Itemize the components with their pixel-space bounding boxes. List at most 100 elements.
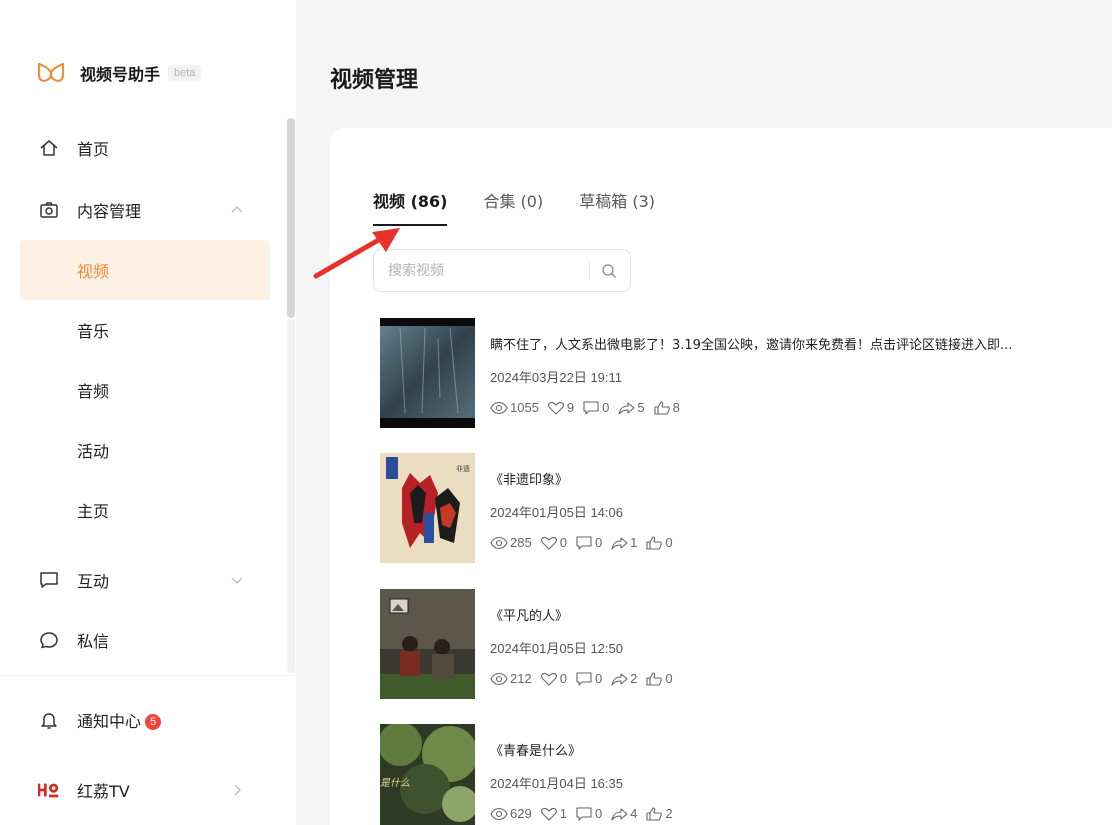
shares-stat: 2 (610, 671, 637, 686)
tab-videos[interactable]: 视频 (86) (373, 188, 448, 226)
video-date: 2024年01月04日 16:35 (490, 776, 623, 791)
shares-stat: 4 (610, 806, 637, 821)
video-thumbnail[interactable] (380, 589, 475, 699)
sidebar-item-label: 红荔TV (77, 782, 130, 801)
sidebar-subitem-label: 活动 (77, 442, 110, 461)
eye-icon (490, 401, 508, 414)
chevron-down-icon (231, 577, 243, 584)
thumbs-count: 0 (665, 671, 673, 686)
sidebar-item-interact[interactable]: 互动 (0, 550, 290, 610)
views-stat: 629 (490, 806, 532, 821)
heart-icon (540, 807, 557, 821)
brand-logo-icon (37, 62, 65, 82)
likes-count: 9 (566, 400, 575, 415)
likes-stat: 1 (540, 806, 567, 821)
thumbs-count: 8 (672, 400, 680, 415)
views-count: 1055 (510, 400, 539, 415)
share-icon (618, 401, 635, 415)
video-thumbnail[interactable]: 非遗 (380, 453, 475, 563)
tabs: 视频 (86) 合集 (0) 草稿箱 (3) (373, 188, 691, 226)
comments-stat: 0 (582, 400, 609, 415)
eye-icon (490, 672, 508, 685)
sidebar-item-label: 互动 (77, 572, 110, 591)
video-title[interactable]: 《非遗印象》 (490, 469, 568, 488)
video-thumbnail[interactable]: 是什么 (380, 724, 475, 825)
video-row[interactable]: 《平凡的人》 2024年01月05日 12:50 212 0 0 2 0 (380, 589, 1112, 701)
video-row[interactable]: 瞒不住了，人文系出微电影了！3.19全国公映，邀请你来免费看！点击评论区链接进入… (380, 318, 1112, 430)
comment-icon (576, 535, 592, 550)
likes-stat: 9 (547, 400, 574, 415)
share-icon (611, 536, 628, 550)
search-input[interactable] (388, 261, 578, 281)
views-stat: 285 (490, 535, 532, 550)
sidebar-subitem-music[interactable]: 音乐 (0, 300, 290, 360)
sidebar-item-notify[interactable]: 通知中心 5 (0, 690, 290, 750)
sidebar-item-home[interactable]: 首页 (0, 118, 290, 178)
shares-count: 5 (637, 400, 645, 415)
sidebar-subitem-activity[interactable]: 活动 (0, 420, 290, 480)
home-icon (38, 137, 60, 159)
sidebar-subitem-video[interactable]: 视频 (20, 240, 270, 300)
chat-bubble-icon (38, 629, 60, 651)
tab-collections[interactable]: 合集 (0) (483, 188, 543, 226)
annotation-arrow-icon (313, 228, 400, 279)
eye-icon (490, 536, 508, 549)
sidebar-item-label: 通知中心 5 (77, 708, 162, 732)
scrollbar-thumb[interactable] (287, 118, 295, 318)
thumbs-stat: 0 (645, 535, 673, 550)
sidebar-item-hongtv[interactable]: 红荔TV (0, 760, 290, 820)
video-row[interactable]: 非遗 《非遗印象》 2024年01月05日 14:06 285 0 0 1 0 (380, 453, 1112, 565)
video-title[interactable]: 《青春是什么》 (490, 740, 581, 759)
comment-icon (576, 806, 592, 821)
sidebar-item-label: 首页 (77, 140, 110, 159)
video-title[interactable]: 《平凡的人》 (490, 605, 568, 624)
video-date: 2024年01月05日 14:06 (490, 505, 623, 520)
comments-stat: 0 (575, 535, 602, 550)
chevron-right-icon (234, 784, 241, 796)
video-stats: 1055 9 0 5 8 (490, 400, 688, 415)
shares-count: 1 (630, 535, 638, 550)
views-count: 285 (510, 535, 532, 550)
shares-count: 2 (630, 671, 638, 686)
sidebar-subitem-label: 视频 (77, 262, 110, 281)
thumbs-up-icon (654, 400, 670, 415)
sidebar-item-label: 内容管理 (77, 202, 142, 221)
video-title[interactable]: 瞒不住了，人文系出微电影了！3.19全国公映，邀请你来免费看！点击评论区链接进入… (490, 334, 1012, 353)
sidebar-subitem-audio[interactable]: 音频 (0, 360, 290, 420)
video-thumbnail[interactable] (380, 318, 475, 428)
beta-badge: beta (168, 65, 202, 81)
search-icon[interactable] (600, 262, 618, 280)
notify-count-badge: 5 (145, 714, 162, 730)
views-count: 629 (510, 806, 532, 821)
comments-count: 0 (594, 806, 603, 821)
sidebar-divider (0, 675, 296, 676)
heart-icon (540, 672, 557, 686)
brand[interactable]: 视频号助手 beta (36, 60, 202, 86)
page-title: 视频管理 (330, 68, 419, 93)
chevron-up-icon (231, 206, 243, 213)
shares-stat: 1 (610, 535, 637, 550)
sidebar-subitem-homepage[interactable]: 主页 (0, 480, 290, 540)
search-separator (589, 262, 590, 280)
thumbs-stat: 2 (645, 806, 673, 821)
likes-count: 0 (559, 671, 567, 686)
sidebar-subitem-label: 主页 (77, 502, 110, 521)
thumbs-count: 2 (665, 806, 673, 821)
video-row[interactable]: 是什么 《青春是什么》 2024年01月04日 16:35 629 1 0 4 … (380, 724, 1112, 825)
video-date: 2024年01月05日 12:50 (490, 641, 623, 656)
thumbs-up-icon (646, 806, 663, 821)
hongtv-logo-icon (38, 779, 60, 801)
scrollbar-track[interactable] (287, 318, 295, 673)
comment-icon (576, 671, 592, 686)
eye-icon (490, 807, 508, 820)
video-date: 2024年03月22日 19:11 (490, 370, 623, 385)
likes-stat: 0 (540, 535, 567, 550)
sidebar-item-content[interactable]: 内容管理 (0, 180, 290, 240)
likes-count: 0 (559, 535, 567, 550)
views-stat: 212 (490, 671, 532, 686)
tab-drafts[interactable]: 草稿箱 (3) (579, 188, 655, 226)
shares-count: 4 (630, 806, 638, 821)
heart-icon (547, 401, 564, 415)
sidebar-item-messages[interactable]: 私信 (0, 610, 290, 670)
content-card: 视频 (86) 合集 (0) 草稿箱 (3) 搜索视频 瞒不住了，人文系出微电影… (330, 128, 1112, 825)
